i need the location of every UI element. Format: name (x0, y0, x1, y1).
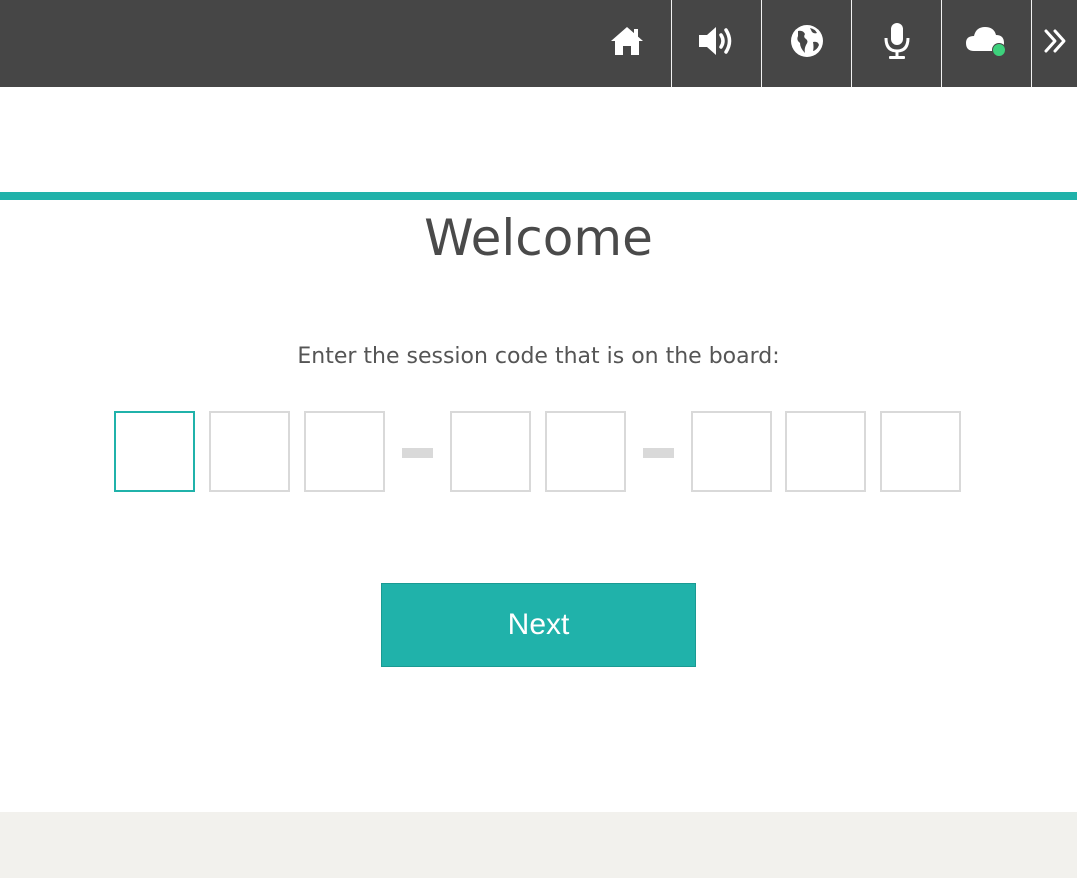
home-button[interactable] (582, 0, 671, 87)
microphone-button[interactable] (852, 0, 941, 87)
code-digit-5-input[interactable] (545, 411, 626, 492)
next-button-label: Next (507, 608, 570, 641)
footer-bar (0, 812, 1077, 878)
next-button[interactable]: Next (381, 583, 696, 667)
language-button[interactable] (762, 0, 851, 87)
code-digit-3-input[interactable] (304, 411, 385, 492)
code-digit-7-input[interactable] (785, 411, 866, 492)
audio-button[interactable] (672, 0, 761, 87)
speaker-icon (697, 24, 737, 63)
page-title: Welcome (424, 209, 653, 267)
home-icon (609, 25, 645, 62)
code-separator (643, 448, 674, 458)
code-digit-8-input[interactable] (880, 411, 961, 492)
code-separator (402, 448, 433, 458)
double-chevron-right-icon (1043, 28, 1067, 59)
globe-icon (789, 23, 825, 64)
expand-toolbar-button[interactable] (1032, 0, 1077, 87)
session-code-prompt: Enter the session code that is on the bo… (297, 344, 780, 369)
microphone-icon (883, 22, 911, 65)
cloud-icon (964, 23, 1010, 64)
code-digit-2-input[interactable] (209, 411, 290, 492)
code-digit-6-input[interactable] (691, 411, 772, 492)
code-digit-1-input[interactable] (114, 411, 195, 492)
connection-status-button[interactable] (942, 0, 1031, 87)
code-digit-4-input[interactable] (450, 411, 531, 492)
top-toolbar (0, 0, 1077, 87)
header-accent-line (0, 192, 1077, 200)
online-status-dot (992, 44, 1005, 56)
